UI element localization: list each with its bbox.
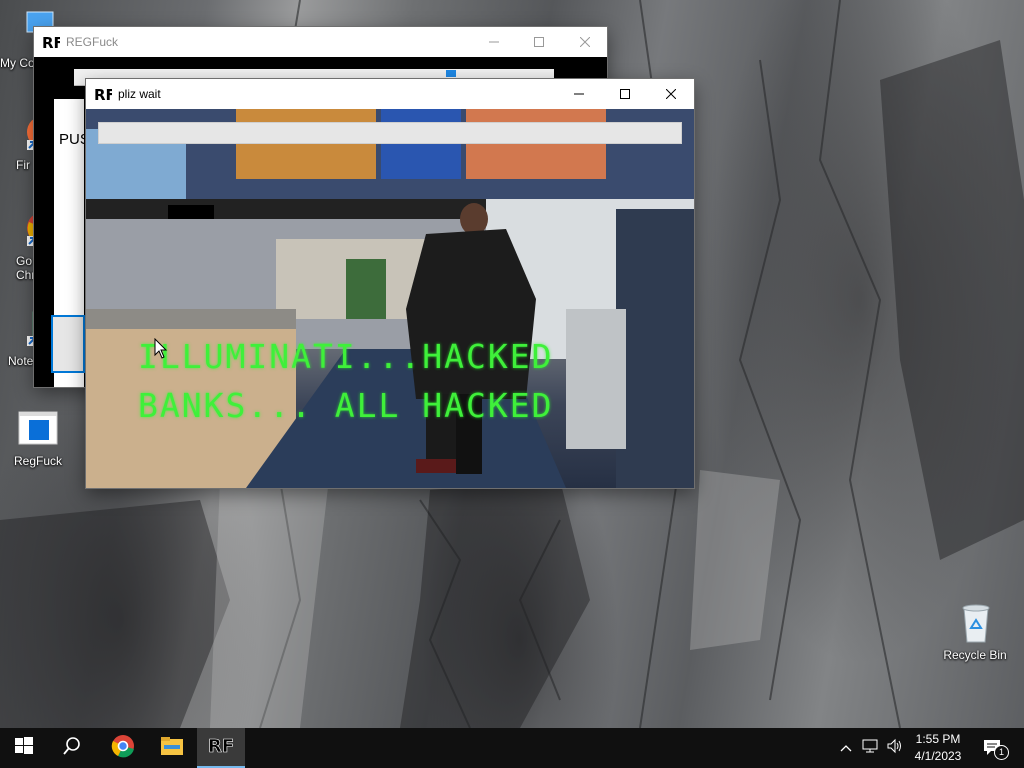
network-icon (862, 738, 880, 759)
mouse-cursor-icon (154, 337, 168, 365)
notification-badge: 1 (994, 745, 1009, 760)
window-title: REGFuck (66, 35, 119, 49)
hack-message-line2: BANKS... ALL HACKED (138, 386, 554, 425)
start-icon (15, 736, 33, 760)
close-button[interactable] (648, 79, 694, 109)
action-center-button[interactable]: 1 (978, 728, 1009, 768)
push-button[interactable] (51, 315, 85, 373)
regfuck-app-icon (17, 408, 59, 450)
svg-text:RF: RF (208, 736, 234, 756)
svg-text:RF: RF (94, 86, 112, 103)
svg-text:RF: RF (42, 34, 60, 51)
store-scene-image (86, 109, 694, 488)
search-icon (63, 736, 81, 760)
desktop-icon-regfuck[interactable]: RegFuck (0, 408, 76, 468)
maximize-button[interactable] (516, 27, 562, 57)
hack-message-line1: ILLUMINATI...HACKED (138, 337, 554, 376)
clock-date: 4/1/2023 (914, 749, 962, 763)
regfuck-app-icon: RF (94, 85, 116, 104)
network-button[interactable] (860, 728, 882, 768)
regfuck-app-icon: RF (42, 33, 64, 52)
chevron-up-icon (840, 739, 852, 757)
desktop-icon-label: RegFuck (13, 454, 63, 468)
minimize-button[interactable] (471, 27, 517, 57)
chrome-icon (111, 734, 135, 763)
taskbar: RF 1:55 PM 4/1/2023 1 (0, 728, 1024, 768)
video-background: ILLUMINATI...HACKED BANKS... ALL HACKED (86, 109, 694, 488)
pliz-wait-window[interactable]: RF pliz wait ILLUMINATI...HACKED BANKS..… (86, 79, 694, 488)
desktop-icon-label: Recycle Bin (943, 648, 1007, 662)
show-hidden-icons-button[interactable] (836, 728, 856, 768)
notification-icon: 1 (982, 738, 1009, 760)
regfuck-titlebar[interactable]: RF REGFuck (34, 27, 607, 57)
taskbar-clock[interactable]: 1:55 PM 4/1/2023 (906, 731, 970, 765)
accent-mark (446, 70, 456, 77)
maximize-button[interactable] (602, 79, 648, 109)
regfuck-app-icon: RF (208, 734, 235, 761)
volume-button[interactable] (884, 728, 906, 768)
taskbar-file-explorer[interactable] (148, 728, 196, 768)
speaker-icon (886, 738, 904, 759)
progress-bar (98, 122, 682, 144)
recycle-bin-icon (954, 602, 996, 644)
taskbar-regfuck[interactable]: RF (197, 728, 245, 768)
pliz-wait-titlebar[interactable]: RF pliz wait (86, 79, 694, 109)
window-title: pliz wait (118, 87, 161, 101)
taskbar-chrome[interactable] (99, 728, 147, 768)
desktop-icon-recycle-bin[interactable]: Recycle Bin (937, 602, 1013, 662)
minimize-button[interactable] (556, 79, 602, 109)
search-button[interactable] (48, 728, 96, 768)
clock-time: 1:55 PM (915, 732, 961, 746)
file-explorer-icon (160, 735, 184, 762)
start-button[interactable] (0, 728, 48, 768)
close-button[interactable] (562, 27, 608, 57)
